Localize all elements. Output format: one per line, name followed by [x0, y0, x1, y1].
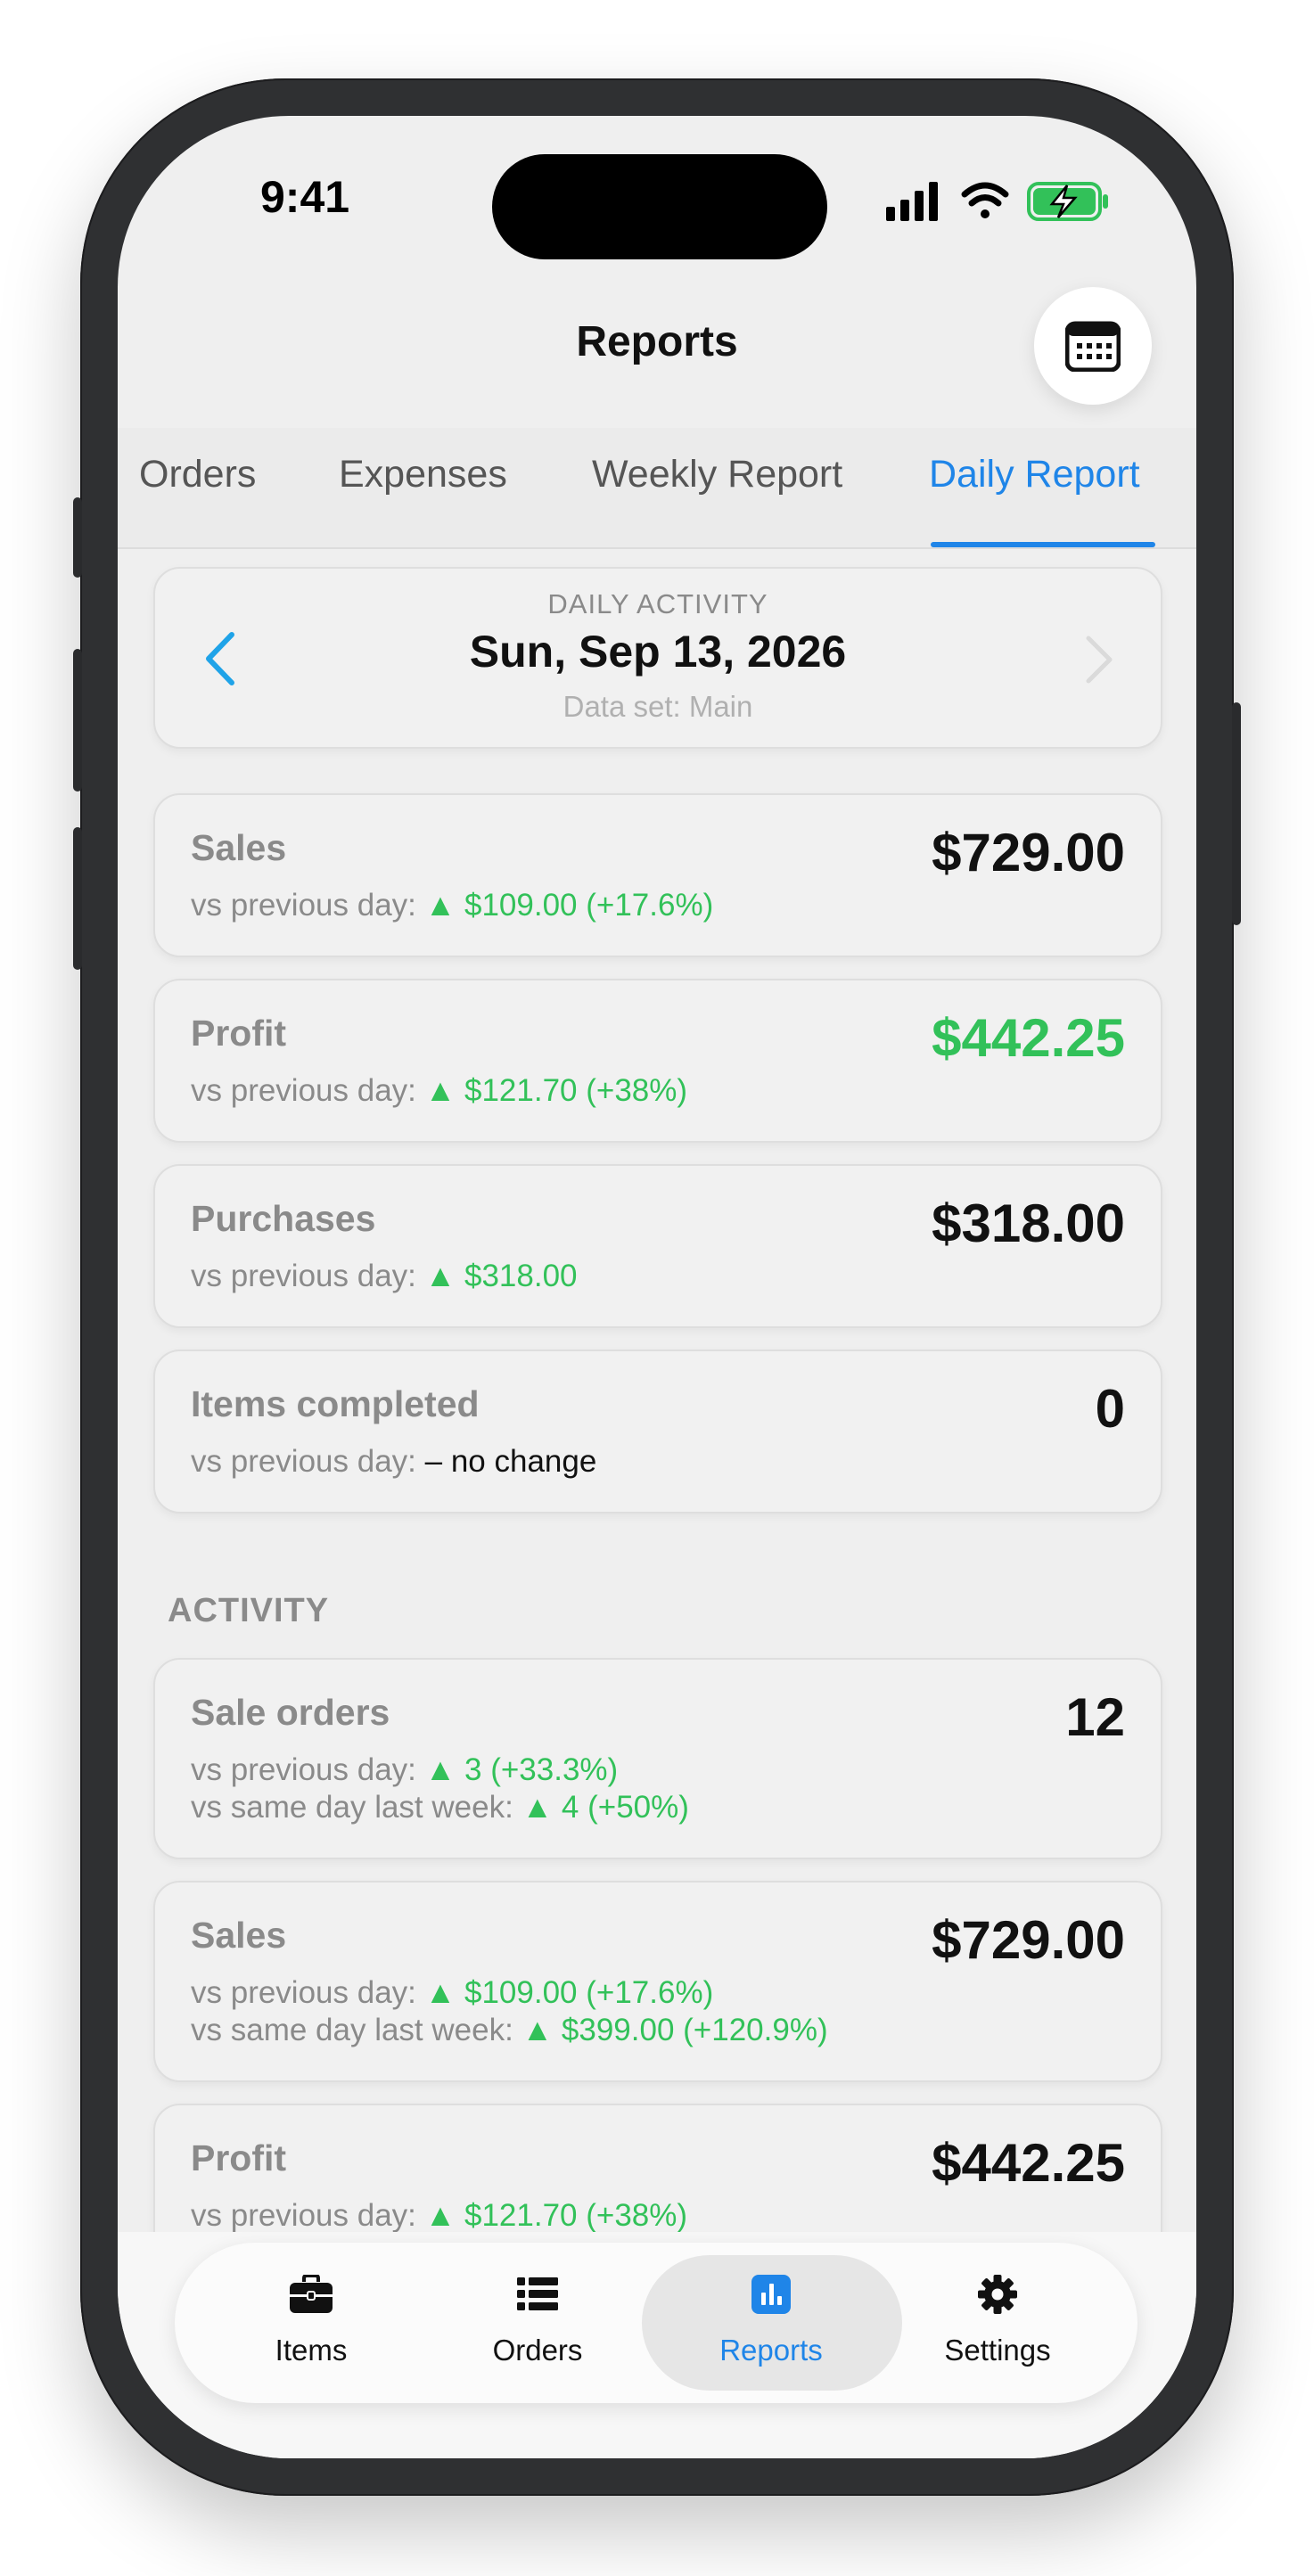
- comparison-line: vs previous day: ▲ $109.00 (+17.6%): [191, 888, 713, 923]
- comparison-prefix: vs same day last week:: [191, 1790, 513, 1825]
- metric-label: Sale orders: [191, 1692, 390, 1733]
- power-button: [1232, 702, 1241, 925]
- metric-label: Purchases: [191, 1198, 376, 1239]
- comparison-change: ▲ $318.00: [424, 1259, 578, 1293]
- chart-icon: [751, 2275, 791, 2314]
- summary-card-items-completed[interactable]: Items completed 0 vs previous day: – no …: [153, 1350, 1162, 1514]
- comparison-line-previous-day: vs previous day: ▲ $121.70 (+38%): [191, 2198, 687, 2234]
- chevron-right-icon[interactable]: [1084, 635, 1114, 685]
- comparison-change: ▲ $121.70 (+38%): [424, 1073, 688, 1108]
- comparison-prefix: vs previous day:: [191, 1975, 416, 2010]
- metric-label: Sales: [191, 827, 287, 868]
- calendar-icon: [1065, 321, 1121, 372]
- metric-label: Profit: [191, 1013, 287, 1054]
- volume-down-button: [73, 827, 82, 970]
- tabbar-label: Orders: [492, 2334, 583, 2367]
- metric-value: $318.00: [932, 1194, 1125, 1253]
- tabbar-label: Items: [275, 2334, 348, 2367]
- comparison-prefix: vs previous day:: [191, 2198, 416, 2233]
- tabbar-item-items[interactable]: Items: [191, 2243, 431, 2403]
- status-icons: [886, 182, 1108, 221]
- date-selector-card: DAILY ACTIVITY Sun, Sep 13, 2026 Data se…: [153, 567, 1162, 749]
- list-icon: [517, 2277, 558, 2310]
- phone-frame: 9:41 Reports Orders Expenses Weekly Repo…: [73, 78, 1241, 2496]
- tab-weekly-report[interactable]: Weekly Report: [592, 453, 842, 496]
- volume-up-button: [73, 649, 82, 792]
- date-caption: DAILY ACTIVITY: [547, 588, 768, 619]
- comparison-line-last-week: vs same day last week: ▲ 4 (+50%): [191, 1790, 689, 1825]
- summary-card-profit[interactable]: Profit $442.25 vs previous day: ▲ $121.7…: [153, 979, 1162, 1143]
- briefcase-icon: [290, 2275, 333, 2313]
- chevron-left-icon[interactable]: [201, 631, 237, 686]
- active-tab-indicator: [931, 542, 1155, 547]
- dynamic-island: [492, 154, 827, 259]
- tabbar-label: Reports: [719, 2334, 823, 2367]
- metric-value: $729.00: [932, 1910, 1125, 1970]
- comparison-line-last-week: vs same day last week: ▲ $399.00 (+120.9…: [191, 2013, 828, 2048]
- metric-value: $442.25: [932, 2133, 1125, 2193]
- comparison-change: ▲ $109.00 (+17.6%): [424, 1975, 714, 2010]
- comparison-prefix: vs same day last week:: [191, 2013, 513, 2047]
- summary-card-sales[interactable]: Sales $729.00 vs previous day: ▲ $109.00…: [153, 793, 1162, 957]
- selected-date: Sun, Sep 13, 2026: [469, 627, 847, 677]
- comparison-prefix: vs previous day:: [191, 1752, 416, 1787]
- activity-card-sale-orders[interactable]: Sale orders 12 vs previous day: ▲ 3 (+33…: [153, 1658, 1162, 1859]
- wifi-icon: [961, 182, 1009, 218]
- comparison-change: – no change: [424, 1444, 597, 1479]
- comparison-prefix: vs previous day:: [191, 1444, 416, 1479]
- dataset-label: Data set: Main: [563, 690, 753, 723]
- metric-label: Profit: [191, 2137, 287, 2178]
- comparison-line-previous-day: vs previous day: ▲ 3 (+33.3%): [191, 1752, 618, 1788]
- battery-charging-icon: [1027, 182, 1108, 221]
- comparison-line: vs previous day: – no change: [191, 1444, 596, 1480]
- section-label-activity: ACTIVITY: [168, 1592, 330, 1629]
- calendar-button[interactable]: [1034, 287, 1152, 405]
- metric-label: Sales: [191, 1915, 287, 1956]
- tabbar-item-settings[interactable]: Settings: [877, 2243, 1118, 2403]
- comparison-change: ▲ $399.00 (+120.9%): [521, 2013, 828, 2047]
- metric-label: Items completed: [191, 1383, 480, 1424]
- activity-card-sales[interactable]: Sales $729.00 vs previous day: ▲ $109.00…: [153, 1881, 1162, 2082]
- report-tabs: Orders Expenses Weekly Report Daily Repo…: [118, 428, 1196, 549]
- comparison-prefix: vs previous day:: [191, 1073, 416, 1108]
- status-time: 9:41: [260, 172, 350, 222]
- comparison-change: ▲ 4 (+50%): [521, 1790, 689, 1825]
- screen: 9:41 Reports Orders Expenses Weekly Repo…: [118, 116, 1196, 2458]
- tab-expenses[interactable]: Expenses: [339, 453, 507, 496]
- gear-icon: [978, 2275, 1017, 2314]
- comparison-change: ▲ 3 (+33.3%): [424, 1752, 619, 1787]
- comparison-change: ▲ $121.70 (+38%): [424, 2198, 688, 2233]
- cellular-signal-icon: [886, 182, 938, 221]
- comparison-prefix: vs previous day:: [191, 888, 416, 923]
- mute-switch: [73, 497, 82, 578]
- metric-value: 0: [1095, 1379, 1125, 1439]
- tab-daily-report[interactable]: Daily Report: [929, 453, 1140, 496]
- comparison-change: ▲ $109.00 (+17.6%): [424, 888, 714, 923]
- comparison-line: vs previous day: ▲ $318.00: [191, 1259, 578, 1294]
- tabbar-item-reports[interactable]: Reports: [651, 2243, 891, 2403]
- comparison-prefix: vs previous day:: [191, 1259, 416, 1293]
- tab-orders[interactable]: Orders: [139, 453, 256, 496]
- metric-value: $442.25: [932, 1008, 1125, 1068]
- bottom-tab-bar: Items Orders Reports Settings: [175, 2243, 1137, 2403]
- comparison-line-previous-day: vs previous day: ▲ $109.00 (+17.6%): [191, 1975, 713, 2011]
- metric-value: $729.00: [932, 823, 1125, 882]
- summary-card-purchases[interactable]: Purchases $318.00 vs previous day: ▲ $31…: [153, 1164, 1162, 1328]
- tabbar-item-orders[interactable]: Orders: [417, 2243, 658, 2403]
- tabbar-label: Settings: [944, 2334, 1051, 2367]
- metric-value: 12: [1065, 1687, 1125, 1747]
- comparison-line: vs previous day: ▲ $121.70 (+38%): [191, 1073, 687, 1109]
